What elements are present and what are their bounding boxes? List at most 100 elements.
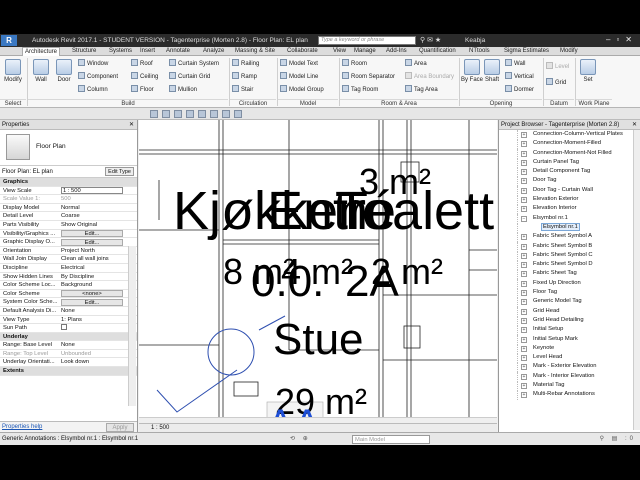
expand-icon[interactable]: + — [521, 159, 527, 166]
browser-item[interactable]: + Fabric Sheet Symbol D — [499, 260, 640, 270]
browser-item[interactable]: + Curtain Panel Tag — [499, 157, 640, 168]
browser-item[interactable]: + Door Tag — [499, 176, 640, 186]
property-value[interactable]: Look down — [61, 358, 123, 366]
property-value[interactable]: Electrical — [61, 264, 123, 272]
browser-item[interactable]: Elsymbol nr.1 — [499, 222, 640, 233]
expand-icon[interactable]: + — [521, 308, 527, 315]
property-row[interactable]: Parts Visibility Show Original — [0, 221, 137, 230]
property-row[interactable]: Sun Path — [0, 324, 137, 333]
property-row[interactable]: Display Model Normal — [0, 204, 137, 213]
property-row[interactable]: Range: Top Level Unbounded — [0, 350, 137, 359]
expand-icon[interactable]: + — [521, 252, 527, 259]
tab-nttools[interactable]: NTtools — [467, 47, 492, 56]
room-name-stue[interactable]: Stue — [273, 318, 364, 362]
panel-label-datum[interactable]: Datum — [544, 99, 574, 107]
door-button[interactable]: Door — [53, 59, 75, 83]
room-area-top[interactable]: 3 m² — [359, 164, 431, 200]
property-row[interactable]: Wall Join Display Clean all wall joins — [0, 255, 137, 264]
panel-label-opening[interactable]: Opening — [460, 99, 542, 107]
mullion-button[interactable]: Mullion — [169, 85, 197, 94]
browser-item[interactable]: + Mark - Exterior Elevation — [499, 362, 640, 372]
tab-modify[interactable]: Modify — [558, 47, 580, 56]
ceiling-button[interactable]: Ceiling — [131, 72, 158, 81]
expand-icon[interactable]: + — [521, 345, 527, 352]
grid-button[interactable]: Grid — [546, 78, 566, 87]
browser-item[interactable]: + Multi-Rebar Annotations — [499, 390, 640, 400]
modify-button[interactable]: Modify — [2, 59, 24, 83]
browser-item[interactable]: + Keynote — [499, 343, 640, 354]
property-value[interactable]: Coarse — [61, 212, 123, 220]
property-value[interactable]: None — [61, 341, 123, 349]
property-row[interactable]: Discipline Electrical — [0, 264, 137, 273]
browser-item[interactable]: + Grid Head — [499, 306, 640, 316]
property-edit-button[interactable]: Edit... — [61, 230, 123, 238]
browser-item[interactable]: + Fabric Sheet Tag — [499, 269, 640, 279]
property-value[interactable]: Show Original — [61, 221, 123, 229]
stair-button[interactable]: Stair — [232, 85, 253, 94]
browser-item[interactable]: + Fabric Sheet Symbol C — [499, 250, 640, 261]
tab-massing-site[interactable]: Massing & Site — [233, 47, 277, 56]
panel-label-work-plane[interactable]: Work Plane — [576, 99, 612, 107]
wall-button[interactable]: Wall — [30, 59, 52, 83]
tab-annotate[interactable]: Annotate — [164, 47, 192, 56]
view-scale[interactable]: 1 : 500 — [151, 425, 169, 431]
property-checkbox[interactable] — [61, 324, 123, 332]
expand-icon[interactable]: + — [521, 132, 527, 138]
expand-icon[interactable]: + — [521, 290, 527, 297]
column-button[interactable]: Column — [78, 85, 108, 94]
split-icon[interactable] — [234, 110, 242, 118]
tab-collaborate[interactable]: Collaborate — [285, 47, 320, 56]
expand-icon[interactable]: + — [521, 364, 527, 371]
property-row[interactable]: Scale Value 1: 500 — [0, 195, 137, 204]
mirror-icon[interactable] — [174, 110, 182, 118]
expand-icon[interactable]: + — [521, 392, 527, 399]
expand-icon[interactable]: + — [521, 262, 527, 269]
browser-item[interactable]: + Connection-Moment-Not Filled — [499, 148, 640, 158]
properties-help-link[interactable]: Properties help — [2, 424, 42, 430]
property-row[interactable]: View Type 1: Plans — [0, 316, 137, 325]
vertical-button[interactable]: Vertical — [505, 72, 534, 81]
expand-icon[interactable]: + — [521, 206, 527, 213]
expand-icon[interactable]: + — [521, 141, 527, 148]
expand-icon[interactable]: + — [521, 373, 527, 380]
property-group-header[interactable]: Extents — [0, 367, 137, 376]
shaft-button[interactable]: Shaft — [481, 59, 503, 83]
browser-item[interactable]: + Fixed Up Direction — [499, 278, 640, 289]
drawing-area[interactable]: Kjøkken Entré Toalett 3 m² 8 m² 4 m² 2 m… — [139, 120, 497, 432]
expand-icon[interactable]: + — [521, 178, 527, 185]
expand-icon[interactable]: + — [521, 317, 527, 324]
wall-opening-button[interactable]: Wall — [505, 59, 525, 68]
window-controls[interactable]: –▫✕ — [606, 35, 638, 44]
panel-label-model[interactable]: Model — [278, 99, 338, 107]
browser-item[interactable]: + Material Tag — [499, 381, 640, 391]
expand-icon[interactable]: + — [521, 383, 527, 390]
browser-item[interactable]: + Elevation Exterior — [499, 195, 640, 205]
expand-icon[interactable]: + — [521, 336, 527, 343]
ramp-button[interactable]: Ramp — [232, 72, 257, 81]
infocenter-icons[interactable]: ⚲ ✉ ★ — [420, 36, 441, 44]
panel-label-circulation[interactable]: Circulation — [230, 99, 276, 107]
tab-sigma-estimates[interactable]: Sigma Estimates — [502, 47, 551, 56]
property-value[interactable]: None — [61, 307, 123, 315]
room-button[interactable]: Room — [342, 59, 367, 68]
browser-item[interactable]: − Elsymbol nr.1 — [499, 213, 640, 223]
window-button[interactable]: Window — [78, 59, 108, 68]
expand-icon[interactable]: + — [521, 187, 527, 194]
set-work-plane-button[interactable]: Set — [577, 59, 599, 83]
expand-icon[interactable]: + — [521, 327, 527, 334]
collapse-icon[interactable]: − — [521, 215, 527, 222]
active-model-select[interactable]: Main Model — [352, 435, 430, 444]
property-row[interactable]: Visibility/Graphics ... Edit... — [0, 230, 137, 239]
panel-label-select[interactable]: Select — [0, 99, 26, 107]
property-row[interactable]: Detail Level Coarse — [0, 212, 137, 221]
property-value[interactable]: Normal — [61, 204, 123, 212]
panel-label-room-area[interactable]: Room & Area — [340, 99, 458, 107]
component-button[interactable]: Component — [78, 72, 118, 81]
expand-icon[interactable]: + — [521, 271, 527, 278]
user-name[interactable]: Keabja — [465, 37, 485, 44]
tab-manage[interactable]: Manage — [352, 47, 378, 56]
property-row[interactable]: Range: Base Level None — [0, 341, 137, 350]
property-edit-button[interactable]: Edit... — [61, 238, 123, 246]
room-separator-button[interactable]: Room Separator — [342, 72, 395, 81]
rotate-icon[interactable] — [210, 110, 218, 118]
